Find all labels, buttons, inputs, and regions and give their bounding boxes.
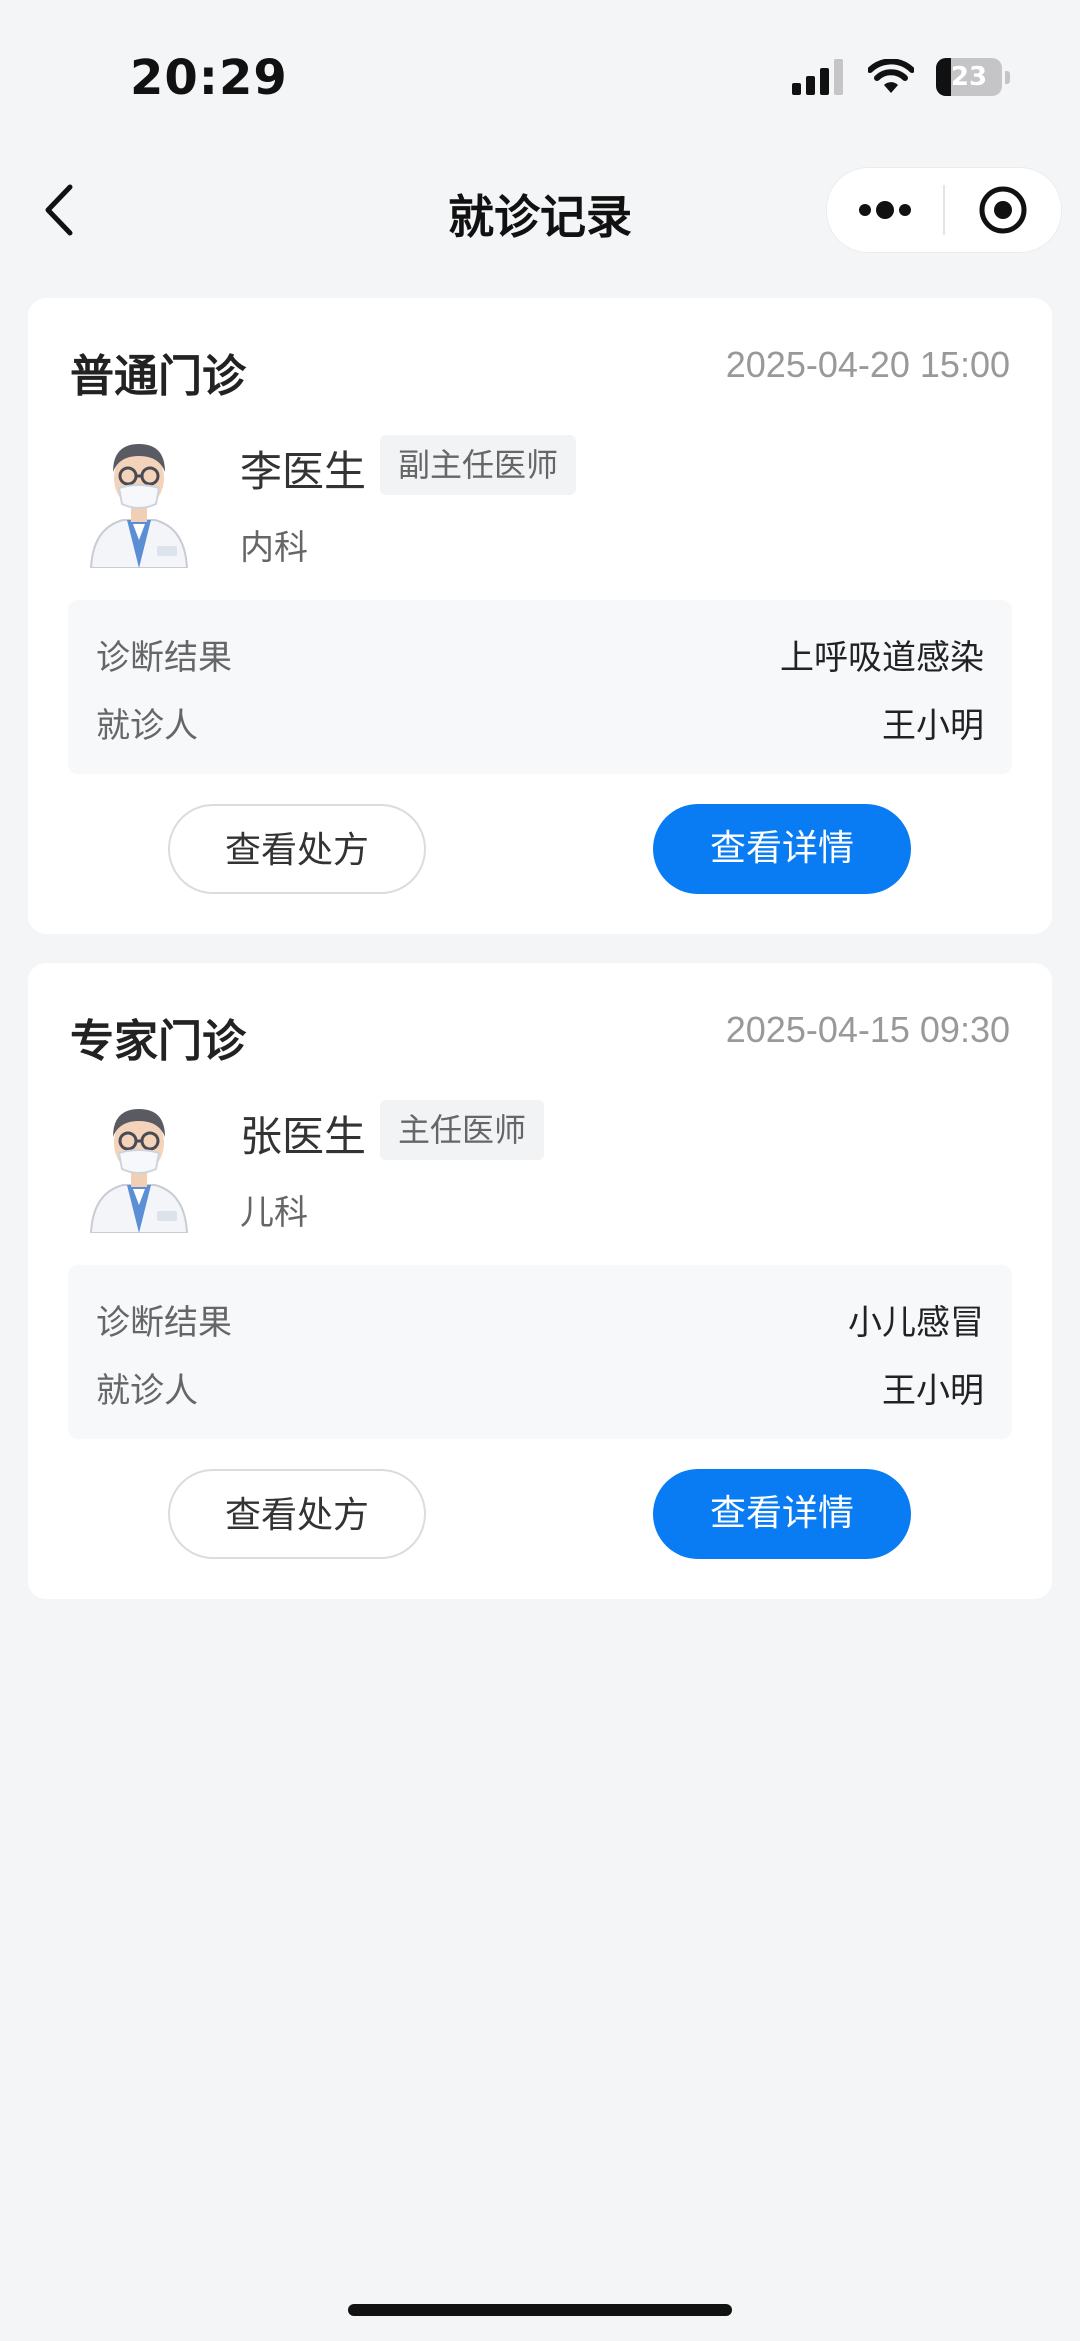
view-prescription-button[interactable]: 查看处方 <box>168 1469 426 1559</box>
view-details-button[interactable]: 查看详情 <box>653 804 911 894</box>
doctor-avatar <box>89 444 189 568</box>
more-dots-icon <box>859 201 911 219</box>
patient-row: 就诊人 王小明 <box>96 1363 984 1413</box>
department: 内科 <box>240 528 308 568</box>
diagnosis-info-box: 诊断结果 小儿感冒 就诊人 王小明 <box>68 1265 1012 1439</box>
battery-level: 23 <box>950 62 988 92</box>
diagnosis-value: 小儿感冒 <box>848 1303 984 1343</box>
wifi-icon <box>868 59 914 93</box>
doctor-name: 张医生 <box>240 1112 367 1161</box>
status-icons: 23 <box>792 58 1010 96</box>
diagnosis-row: 诊断结果 上呼吸道感染 <box>96 630 984 680</box>
diagnosis-row: 诊断结果 小儿感冒 <box>96 1295 984 1345</box>
doctor-title-badge: 主任医师 <box>380 1100 545 1160</box>
home-indicator <box>348 2304 732 2316</box>
visit-datetime: 2025-04-20 15:00 <box>725 344 1010 385</box>
view-details-button[interactable]: 查看详情 <box>653 1469 911 1559</box>
cellular-signal-icon <box>792 59 843 95</box>
target-circle-icon <box>979 186 1027 234</box>
patient-value: 王小明 <box>882 706 984 746</box>
doctor-name: 李医生 <box>240 447 367 496</box>
doctor-avatar <box>89 1109 189 1233</box>
patient-row: 就诊人 王小明 <box>96 698 984 748</box>
visit-type: 专家门诊 <box>70 1016 246 1067</box>
battery-tip <box>1005 70 1010 84</box>
visit-record-card: 专家门诊 2025-04-15 09:30 张医生 主任医师 儿科 诊断结果 小… <box>28 963 1052 1599</box>
more-button[interactable] <box>827 168 943 252</box>
visit-type: 普通门诊 <box>70 351 246 402</box>
diagnosis-label: 诊断结果 <box>96 638 232 678</box>
patient-label: 就诊人 <box>96 706 198 746</box>
doctor-title-badge: 副主任医师 <box>380 435 577 495</box>
visit-record-card: 普通门诊 2025-04-20 15:00 李医生 副主任医师 内科 诊断结果 … <box>28 298 1052 934</box>
patient-value: 王小明 <box>882 1371 984 1411</box>
mini-program-capsule <box>826 167 1062 253</box>
view-prescription-button[interactable]: 查看处方 <box>168 804 426 894</box>
diagnosis-info-box: 诊断结果 上呼吸道感染 就诊人 王小明 <box>68 600 1012 774</box>
visit-datetime: 2025-04-15 09:30 <box>725 1009 1010 1050</box>
diagnosis-value: 上呼吸道感染 <box>780 638 984 678</box>
battery-icon: 23 <box>936 58 1002 96</box>
status-bar: 20:29 23 <box>0 0 1080 150</box>
nav-bar: 就诊记录 <box>0 155 1080 265</box>
close-button[interactable] <box>945 168 1061 252</box>
department: 儿科 <box>240 1193 308 1233</box>
diagnosis-label: 诊断结果 <box>96 1303 232 1343</box>
status-time: 20:29 <box>130 50 288 106</box>
patient-label: 就诊人 <box>96 1371 198 1411</box>
